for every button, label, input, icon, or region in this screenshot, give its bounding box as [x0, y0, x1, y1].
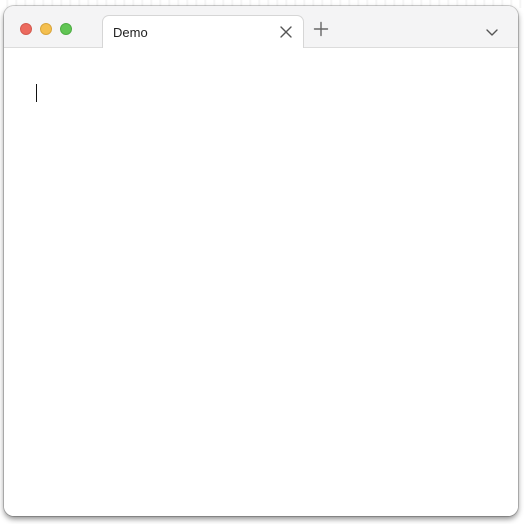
window-maximize-button[interactable]	[60, 23, 72, 35]
window-close-button[interactable]	[20, 23, 32, 35]
app-window: Demo	[4, 6, 518, 516]
window-minimize-button[interactable]	[40, 23, 52, 35]
plus-icon[interactable]	[313, 21, 329, 37]
tab-demo[interactable]: Demo	[102, 15, 304, 49]
tab-title: Demo	[113, 25, 148, 40]
chevron-down-icon[interactable]	[485, 24, 499, 36]
document-area[interactable]	[4, 48, 518, 516]
close-icon[interactable]	[279, 25, 293, 39]
title-bar: Demo	[4, 6, 518, 49]
text-caret	[36, 84, 37, 102]
